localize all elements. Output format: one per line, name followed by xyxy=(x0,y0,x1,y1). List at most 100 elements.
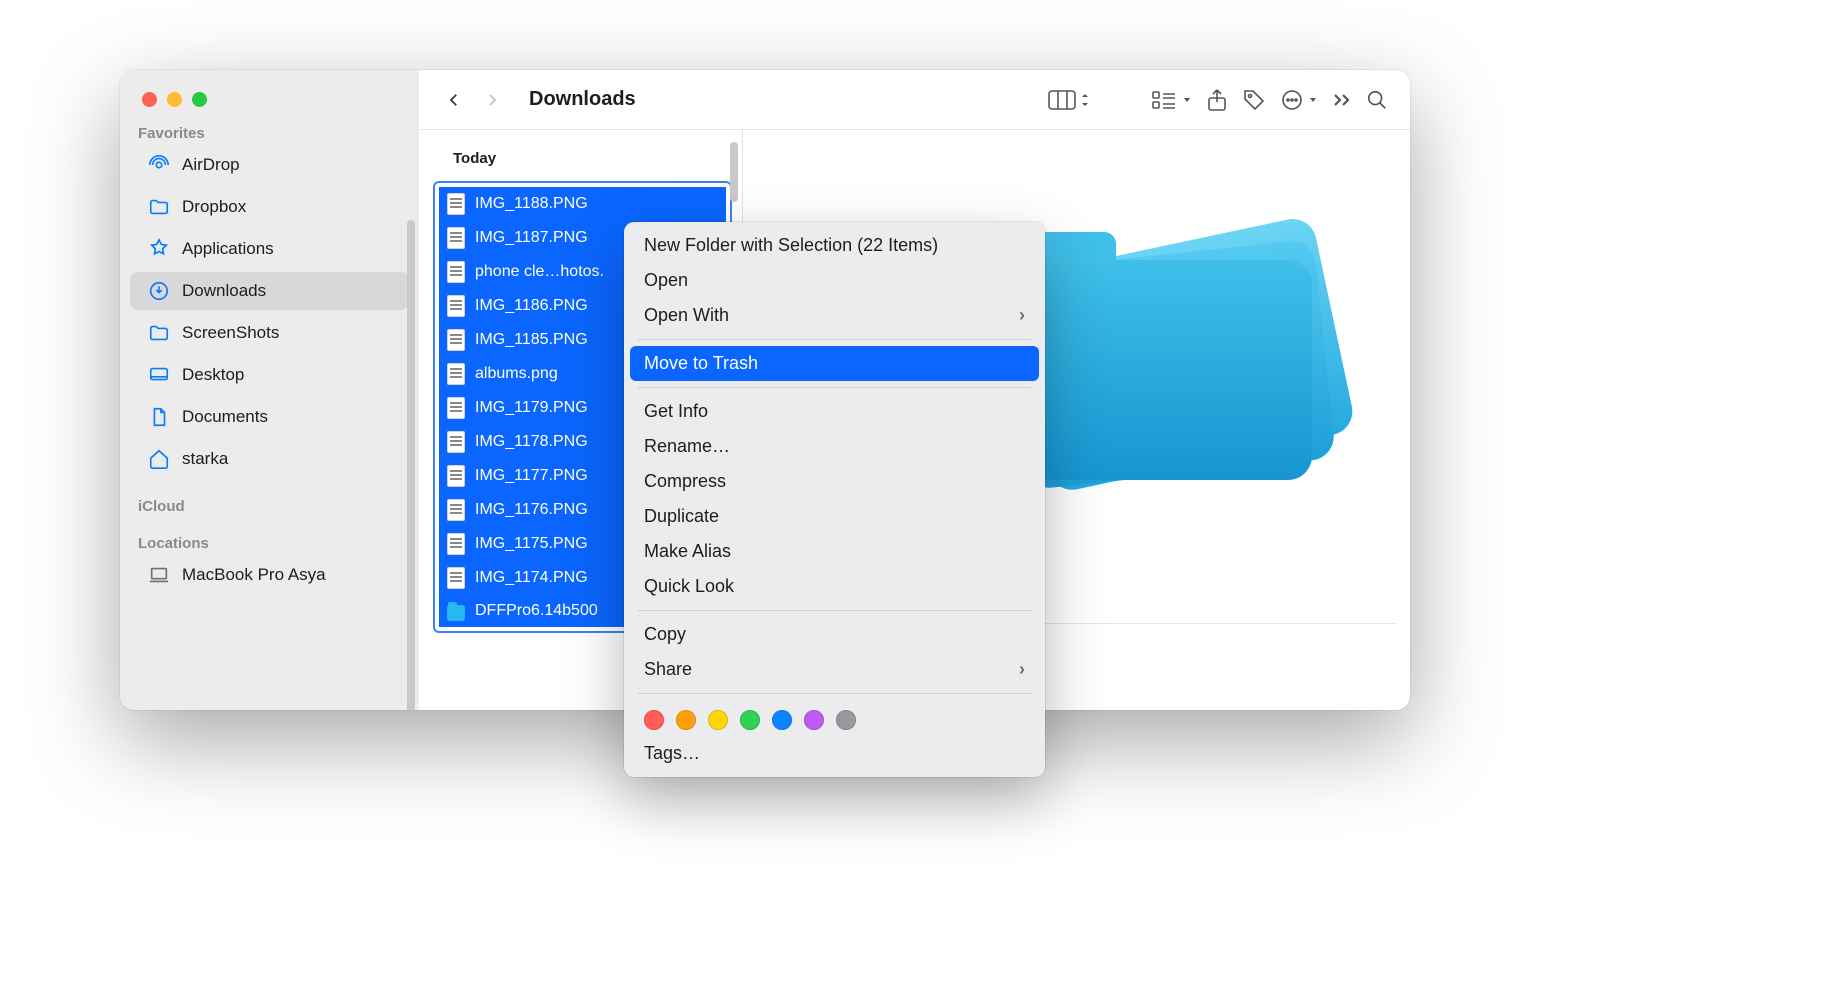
context-menu-quick-look[interactable]: Quick Look xyxy=(630,569,1039,604)
sidebar-item-desktop[interactable]: Desktop xyxy=(130,356,409,394)
context-menu: New Folder with Selection (22 Items) Ope… xyxy=(624,222,1045,777)
sidebar-item-label: MacBook Pro Asya xyxy=(182,565,326,585)
tag-color-dot[interactable] xyxy=(644,710,664,730)
forward-button[interactable] xyxy=(479,87,505,113)
context-menu-label: Rename… xyxy=(644,436,730,457)
laptop-icon xyxy=(148,564,170,586)
sidebar-item-dropbox[interactable]: Dropbox xyxy=(130,188,409,226)
sidebar-item-label: Applications xyxy=(182,239,274,259)
context-menu-open[interactable]: Open xyxy=(630,263,1039,298)
context-menu-separator xyxy=(638,693,1031,694)
sidebar-section-locations: Locations xyxy=(120,517,419,554)
sidebar: Favorites AirDrop Dropbox Applications xyxy=(120,70,419,710)
search-button[interactable] xyxy=(1366,87,1388,113)
tag-color-dot[interactable] xyxy=(676,710,696,730)
context-menu-label: Copy xyxy=(644,624,686,645)
list-section-header: Today xyxy=(419,140,742,177)
toolbar: Downloads xyxy=(419,70,1410,130)
applications-icon xyxy=(148,238,170,260)
context-menu-copy[interactable]: Copy xyxy=(630,617,1039,652)
file-name: albums.png xyxy=(475,365,558,383)
view-columns-button[interactable] xyxy=(1048,87,1090,113)
context-menu-share[interactable]: Share › xyxy=(630,652,1039,687)
home-icon xyxy=(148,448,170,470)
tag-color-dot[interactable] xyxy=(772,710,792,730)
sidebar-section-icloud: iCloud xyxy=(120,480,419,517)
tag-color-dot[interactable] xyxy=(740,710,760,730)
sidebar-item-airdrop[interactable]: AirDrop xyxy=(130,146,409,184)
context-menu-label: Make Alias xyxy=(644,541,731,562)
image-thumb-icon xyxy=(447,329,465,351)
list-scrollbar[interactable] xyxy=(730,142,738,202)
image-thumb-icon xyxy=(447,431,465,453)
context-menu-label: Duplicate xyxy=(644,506,719,527)
back-button[interactable] xyxy=(441,87,467,113)
context-menu-label: New Folder with Selection (22 Items) xyxy=(644,235,938,256)
chevron-right-icon: › xyxy=(1019,659,1025,680)
sidebar-item-home[interactable]: starka xyxy=(130,440,409,478)
tag-color-dot[interactable] xyxy=(836,710,856,730)
context-menu-make-alias[interactable]: Make Alias xyxy=(630,534,1039,569)
sidebar-item-label: AirDrop xyxy=(182,155,240,175)
preview-folder-stack-icon xyxy=(1002,260,1312,480)
context-menu-label: Share xyxy=(644,659,692,680)
sidebar-item-macbook[interactable]: MacBook Pro Asya xyxy=(130,556,409,594)
folder-thumb-icon xyxy=(447,605,465,621)
sidebar-item-documents[interactable]: Documents xyxy=(130,398,409,436)
folder-icon xyxy=(148,322,170,344)
desktop-icon xyxy=(148,364,170,386)
group-button[interactable] xyxy=(1152,87,1192,113)
image-thumb-icon xyxy=(447,397,465,419)
context-menu-label: Compress xyxy=(644,471,726,492)
context-menu-duplicate[interactable]: Duplicate xyxy=(630,499,1039,534)
overflow-button[interactable] xyxy=(1332,87,1352,113)
tags-button[interactable] xyxy=(1242,87,1266,113)
file-name: IMG_1186.PNG xyxy=(475,297,588,315)
sidebar-item-screenshots[interactable]: ScreenShots xyxy=(130,314,409,352)
action-menu-button[interactable] xyxy=(1280,87,1318,113)
sidebar-item-label: ScreenShots xyxy=(182,323,279,343)
context-menu-new-folder[interactable]: New Folder with Selection (22 Items) xyxy=(630,228,1039,263)
context-menu-move-to-trash[interactable]: Move to Trash xyxy=(630,346,1039,381)
airdrop-icon xyxy=(148,154,170,176)
minimize-window-button[interactable] xyxy=(167,92,182,107)
tag-color-dot[interactable] xyxy=(708,710,728,730)
image-thumb-icon xyxy=(447,499,465,521)
sidebar-section-favorites: Favorites xyxy=(120,107,419,144)
context-menu-separator xyxy=(638,387,1031,388)
downloads-icon xyxy=(148,280,170,302)
image-thumb-icon xyxy=(447,533,465,555)
tag-color-dot[interactable] xyxy=(804,710,824,730)
close-window-button[interactable] xyxy=(142,92,157,107)
file-name: phone cle…hotos. xyxy=(475,263,604,281)
image-thumb-icon xyxy=(447,193,465,215)
window-controls xyxy=(120,70,419,107)
share-button[interactable] xyxy=(1206,87,1228,113)
zoom-window-button[interactable] xyxy=(192,92,207,107)
context-menu-rename[interactable]: Rename… xyxy=(630,429,1039,464)
folder-icon xyxy=(148,196,170,218)
context-menu-label: Open With xyxy=(644,305,729,326)
image-thumb-icon xyxy=(447,567,465,589)
file-name: IMG_1187.PNG xyxy=(475,229,588,247)
sidebar-item-label: Dropbox xyxy=(182,197,246,217)
file-name: IMG_1175.PNG xyxy=(475,535,588,553)
file-name: IMG_1178.PNG xyxy=(475,433,588,451)
context-menu-label: Open xyxy=(644,270,688,291)
context-menu-open-with[interactable]: Open With› xyxy=(630,298,1039,333)
context-menu-tags[interactable]: Tags… xyxy=(630,736,1039,771)
sidebar-scrollbar[interactable] xyxy=(407,220,415,710)
file-row[interactable]: IMG_1188.PNG xyxy=(439,187,726,221)
image-thumb-icon xyxy=(447,363,465,385)
context-menu-tag-row xyxy=(630,700,1039,736)
sidebar-item-label: Desktop xyxy=(182,365,244,385)
image-thumb-icon xyxy=(447,261,465,283)
file-name: IMG_1188.PNG xyxy=(475,195,588,213)
context-menu-get-info[interactable]: Get Info xyxy=(630,394,1039,429)
sidebar-item-applications[interactable]: Applications xyxy=(130,230,409,268)
context-menu-separator xyxy=(638,610,1031,611)
sidebar-item-label: Documents xyxy=(182,407,268,427)
file-name: IMG_1176.PNG xyxy=(475,501,588,519)
context-menu-compress[interactable]: Compress xyxy=(630,464,1039,499)
sidebar-item-downloads[interactable]: Downloads xyxy=(130,272,409,310)
